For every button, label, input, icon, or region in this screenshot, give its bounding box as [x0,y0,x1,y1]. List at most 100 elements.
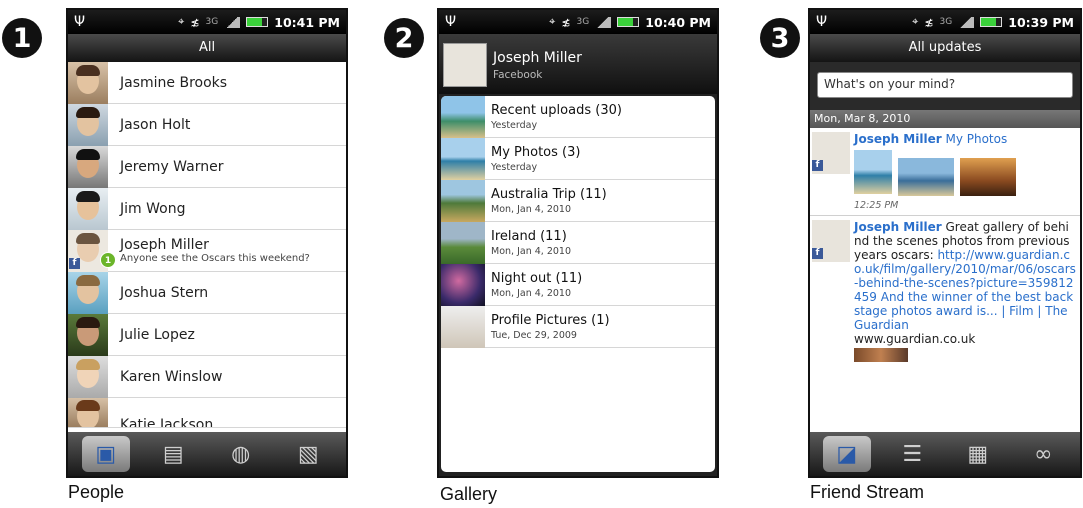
photo-thumbnails [854,150,1076,196]
battery-icon [980,17,1003,27]
contact-row[interactable]: Katie Jackson [68,398,346,428]
album-thumbnail [441,263,485,306]
contact-row[interactable]: Jasmine Brooks [68,61,346,104]
facebook-icon: f [812,248,823,259]
usb-icon: Ψ [816,14,828,30]
contact-list: Jasmine Brooks Jason Holt Jeremy Warner … [68,61,346,428]
contact-row[interactable]: Karen Winslow [68,355,346,398]
album-thumbnail [441,221,485,264]
sync-icon: ≴ [190,15,200,29]
album-title: Profile Pictures (1) [491,312,610,328]
post-author[interactable]: Joseph Miller [854,220,942,234]
caption-gallery: Gallery [440,484,498,504]
people-screen: Ψ ⌖ ≴ 3G 10:41 PM All Jasmine Brooks Jas… [66,8,348,478]
status-bar: Ψ ⌖ ≴ 3G 10:40 PM [439,10,717,34]
call-history-icon[interactable]: ▧ [284,436,332,472]
screenshot-composite: 1 Ψ ⌖ ≴ 3G 10:41 PM All Jasmine Brooks J… [0,0,1083,508]
album-thumbnail [441,305,485,348]
profile-source: Facebook [493,68,543,81]
avatar [68,187,108,230]
groups-card-icon[interactable]: ▤ [149,436,197,472]
contact-row[interactable]: f 1 Joseph Miller Anyone see the Oscars … [68,230,346,272]
status-compose-area: What's on your mind? [810,62,1080,110]
contact-name: Joseph Miller [120,237,209,253]
contact-name: Julie Lopez [120,326,195,343]
avatar [68,61,108,104]
panel-number-1: 1 [2,18,42,58]
album-row[interactable]: Recent uploads (30) Yesterday [441,96,715,138]
signal-icon [224,16,241,28]
link-title[interactable]: And the winner of the best backstage pho… [854,290,1073,332]
facebook-icon: f [69,258,80,269]
clock: 10:40 PM [645,14,711,30]
contact-row[interactable]: Joshua Stern [68,271,346,314]
panel-number-2: 2 [384,18,424,58]
all-updates-icon[interactable]: ◪ [822,436,871,472]
status-updates-icon[interactable]: ☰ [888,436,936,472]
album-thumbnail [441,137,485,180]
album-link[interactable]: My Photos [945,132,1007,146]
usb-icon: Ψ [74,14,86,30]
stream-post[interactable]: f Joseph Miller Great gallery of behind … [810,216,1080,366]
gallery-screen: Ψ ⌖ ≴ 3G 10:40 PM Joseph Miller Facebook… [437,8,719,478]
photos-icon[interactable]: ▦ [954,436,1002,472]
links-icon[interactable]: ∞ [1019,436,1067,472]
contact-row[interactable]: Jason Holt [68,103,346,146]
gps-icon: ⌖ [912,15,919,28]
sync-icon: ≴ [924,15,934,29]
album-row[interactable]: Night out (11) Mon, Jan 4, 2010 [441,263,715,306]
contact-status: Anyone see the Oscars this weekend? [120,253,310,264]
stream-post[interactable]: f Joseph Miller My Photos 12:25 PM [810,128,1080,216]
photo-thumbnail[interactable] [854,150,892,194]
profile-name: Joseph Miller [493,49,582,66]
network-type: 3G [939,17,953,27]
status-bar: Ψ ⌖ ≴ 3G 10:41 PM [68,10,346,34]
album-date: Tue, Dec 29, 2009 [491,329,577,341]
album-row[interactable]: Profile Pictures (1) Tue, Dec 29, 2009 [441,305,715,348]
photo-thumbnail[interactable] [898,158,954,196]
network-type: 3G [205,17,219,27]
avatar [68,271,108,314]
date-header: Mon, Mar 8, 2010 [810,110,1080,128]
contact-name: Karen Winslow [120,368,223,385]
contact-row[interactable]: Jeremy Warner [68,145,346,188]
album-row[interactable]: My Photos (3) Yesterday [441,137,715,180]
caption-friend-stream: Friend Stream [810,482,925,502]
gps-icon: ⌖ [178,15,185,28]
post-time: 12:25 PM [854,200,899,211]
contact-row[interactable]: Jim Wong [68,187,346,230]
link-domain: www.guardian.co.uk [854,332,976,346]
contact-name: Jim Wong [120,200,186,217]
online-directory-icon[interactable]: ◍ [217,436,265,472]
caption-people: People [68,482,125,502]
album-date: Mon, Jan 4, 2010 [491,203,571,215]
stream-tab-bar: ◪ ☰ ▦ ∞ [810,432,1080,476]
gps-icon: ⌖ [549,15,556,28]
contact-name: Katie Jackson [120,417,214,428]
status-input[interactable]: What's on your mind? [817,72,1073,98]
post-author[interactable]: Joseph Miller [854,132,942,146]
contact-row[interactable]: Julie Lopez [68,313,346,356]
avatar [68,103,108,146]
album-date: Yesterday [491,161,538,173]
album-title: Ireland (11) [491,228,567,244]
album-date: Yesterday [491,119,538,131]
network-type: 3G [576,17,590,27]
friend-stream-screen: Ψ ⌖ ≴ 3G 10:39 PM All updates What's on … [808,8,1082,478]
status-bar: Ψ ⌖ ≴ 3G 10:39 PM [810,10,1080,34]
photo-thumbnail[interactable] [960,158,1016,196]
avatar [68,313,108,356]
gallery-profile-header: Joseph Miller Facebook [439,34,717,96]
album-row[interactable]: Australia Trip (11) Mon, Jan 4, 2010 [441,179,715,222]
panel-number-3: 3 [760,18,800,58]
battery-icon [617,17,640,27]
album-date: Mon, Jan 4, 2010 [491,287,571,299]
album-row[interactable]: Ireland (11) Mon, Jan 4, 2010 [441,221,715,264]
avatar [68,145,108,188]
update-count-badge: 1 [100,252,116,268]
signal-icon [595,16,612,28]
link-thumbnail [854,348,908,362]
clock: 10:41 PM [274,14,340,30]
contacts-card-icon[interactable]: ▣ [81,436,130,472]
people-title-bar[interactable]: All [68,34,346,62]
